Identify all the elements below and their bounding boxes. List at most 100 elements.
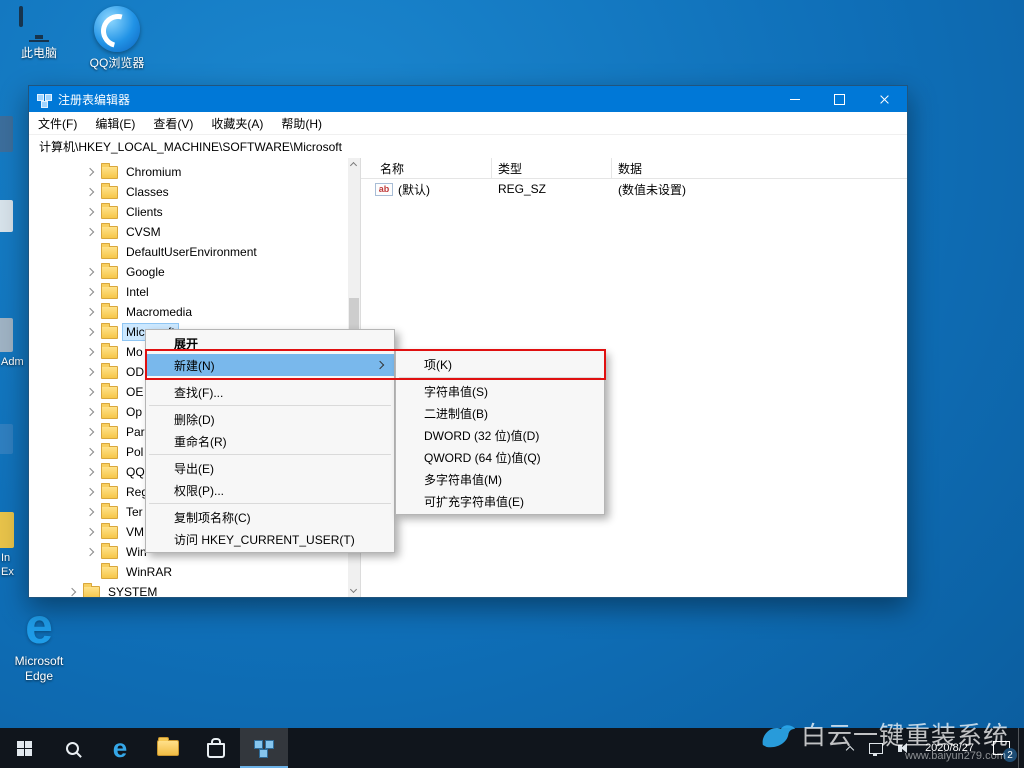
folder-icon xyxy=(101,362,118,379)
tree-item-classes[interactable]: Classes xyxy=(29,182,360,202)
desktop-icon-qq-browser[interactable]: QQ浏览器 xyxy=(78,6,156,70)
menu-item-copy-key-name[interactable]: 复制项名称(C) xyxy=(146,506,394,528)
menu-item-export[interactable]: 导出(E) xyxy=(146,457,394,479)
menu-view[interactable]: 查看(V) xyxy=(144,112,202,134)
registry-value-row[interactable]: ab (默认) REG_SZ (数值未设置) xyxy=(361,180,907,198)
tree-item-google[interactable]: Google xyxy=(29,262,360,282)
start-button[interactable] xyxy=(0,728,48,768)
folder-icon xyxy=(101,502,118,519)
tree-item-chromium[interactable]: Chromium xyxy=(29,162,360,182)
menu-item-rename[interactable]: 重命名(R) xyxy=(146,430,394,452)
scroll-up-icon[interactable] xyxy=(349,161,358,170)
menu-item-label: 多字符串值(M) xyxy=(424,472,502,487)
partial-desktop-icon[interactable] xyxy=(0,424,13,454)
scroll-down-icon[interactable] xyxy=(349,585,358,594)
chevron-right-icon[interactable] xyxy=(85,327,95,337)
tree-item-label: Clients xyxy=(126,205,163,219)
qq-browser-icon xyxy=(94,6,140,52)
taskbar-clock[interactable]: 2020/8/27 xyxy=(915,728,984,768)
chevron-right-icon[interactable] xyxy=(85,547,95,557)
chevron-right-icon[interactable] xyxy=(85,527,95,537)
search-button[interactable] xyxy=(48,728,96,768)
chevron-right-icon[interactable] xyxy=(85,287,95,297)
menu-item-new[interactable]: 新建(N) xyxy=(146,354,394,376)
taskbar-edge-button[interactable] xyxy=(96,728,144,768)
column-header-name[interactable]: 名称 xyxy=(361,158,492,178)
desktop-icon-label: 此电脑 xyxy=(20,46,57,60)
folder-icon xyxy=(101,462,118,479)
menu-item-expand[interactable]: 展开 xyxy=(146,332,394,354)
folder-icon xyxy=(101,302,118,319)
menu-item-string-value[interactable]: 字符串值(S) xyxy=(396,380,604,402)
chevron-right-icon[interactable] xyxy=(85,427,95,437)
tree-item-defaultuserenvironment[interactable]: DefaultUserEnvironment xyxy=(29,242,360,262)
desktop-icon-this-pc[interactable]: 此电脑 xyxy=(0,6,78,60)
tree-item-label: Pol xyxy=(126,445,144,459)
menu-item-label: 展开 xyxy=(174,336,199,351)
menu-item-permissions[interactable]: 权限(P)... xyxy=(146,479,394,501)
column-header-data[interactable]: 数据 xyxy=(612,158,907,178)
show-desktop-button[interactable] xyxy=(1018,728,1024,768)
title-bar[interactable]: 注册表编辑器 xyxy=(29,86,907,112)
minimize-button[interactable] xyxy=(772,86,817,112)
taskbar-store-button[interactable] xyxy=(192,728,240,768)
close-button[interactable] xyxy=(862,86,907,112)
chevron-right-icon[interactable] xyxy=(85,367,95,377)
folder-icon xyxy=(101,162,118,179)
menu-item-go-to-hkey-current-user[interactable]: 访问 HKEY_CURRENT_USER(T) xyxy=(146,528,394,550)
action-center-button[interactable]: 2 xyxy=(984,728,1018,768)
taskbar-registry-editor-button[interactable] xyxy=(240,728,288,768)
chevron-right-icon[interactable] xyxy=(85,167,95,177)
tree-item-macromedia[interactable]: Macromedia xyxy=(29,302,360,322)
chevron-right-icon[interactable] xyxy=(85,507,95,517)
address-bar[interactable]: 计算机\HKEY_LOCAL_MACHINE\SOFTWARE\Microsof… xyxy=(29,135,907,159)
chevron-right-icon[interactable] xyxy=(67,587,77,597)
menu-item-expandable-string-value[interactable]: 可扩充字符串值(E) xyxy=(396,490,604,512)
folder-icon xyxy=(101,542,118,559)
menu-file[interactable]: 文件(F) xyxy=(29,112,86,134)
tree-item-cvsm[interactable]: CVSM xyxy=(29,222,360,242)
taskbar-file-explorer-button[interactable] xyxy=(144,728,192,768)
partial-desktop-icon[interactable] xyxy=(0,512,14,548)
folder-icon xyxy=(101,242,118,259)
menu-item-binary-value[interactable]: 二进制值(B) xyxy=(396,402,604,424)
taskbar: 2020/8/27 2 xyxy=(0,728,1024,768)
hidden-icons-button[interactable] xyxy=(837,728,863,768)
menu-separator xyxy=(149,454,391,455)
desktop-icon-microsoft-edge[interactable]: Microsoft Edge xyxy=(0,602,78,683)
menu-item-find[interactable]: 查找(F)... xyxy=(146,381,394,403)
tree-item-system[interactable]: SYSTEM xyxy=(29,582,360,597)
chevron-right-icon[interactable] xyxy=(85,207,95,217)
menu-item-dword-32-value[interactable]: DWORD (32 位)值(D) xyxy=(396,424,604,446)
tree-item-intel[interactable]: Intel xyxy=(29,282,360,302)
chevron-right-icon[interactable] xyxy=(85,267,95,277)
partial-desktop-icon[interactable] xyxy=(0,200,13,232)
partial-desktop-icon[interactable] xyxy=(0,318,13,352)
menu-help[interactable]: 帮助(H) xyxy=(272,112,331,134)
menu-edit[interactable]: 编辑(E) xyxy=(86,112,144,134)
chevron-right-icon[interactable] xyxy=(85,307,95,317)
chevron-right-icon[interactable] xyxy=(85,487,95,497)
chevron-right-icon[interactable] xyxy=(85,187,95,197)
chevron-right-icon[interactable] xyxy=(85,407,95,417)
network-tray-button[interactable] xyxy=(863,728,889,768)
chevron-right-icon[interactable] xyxy=(85,227,95,237)
tree-item-clients[interactable]: Clients xyxy=(29,202,360,222)
maximize-button[interactable] xyxy=(817,86,862,112)
folder-icon xyxy=(101,222,118,239)
menu-item-delete[interactable]: 删除(D) xyxy=(146,408,394,430)
column-header-type[interactable]: 类型 xyxy=(492,158,612,178)
chevron-right-icon[interactable] xyxy=(85,447,95,457)
menu-item-multi-string-value[interactable]: 多字符串值(M) xyxy=(396,468,604,490)
partial-desktop-icon[interactable] xyxy=(0,116,13,152)
volume-tray-button[interactable] xyxy=(889,728,915,768)
chevron-right-icon[interactable] xyxy=(85,347,95,357)
chevron-right-icon[interactable] xyxy=(85,467,95,477)
menu-item-key[interactable]: 项(K) xyxy=(396,353,604,375)
menu-favorites[interactable]: 收藏夹(A) xyxy=(202,112,272,134)
menu-item-qword-64-value[interactable]: QWORD (64 位)值(Q) xyxy=(396,446,604,468)
chevron-right-icon[interactable] xyxy=(85,387,95,397)
folder-icon xyxy=(83,582,100,597)
regedit-window-icon xyxy=(37,92,52,108)
tree-item-winrar[interactable]: WinRAR xyxy=(29,562,360,582)
